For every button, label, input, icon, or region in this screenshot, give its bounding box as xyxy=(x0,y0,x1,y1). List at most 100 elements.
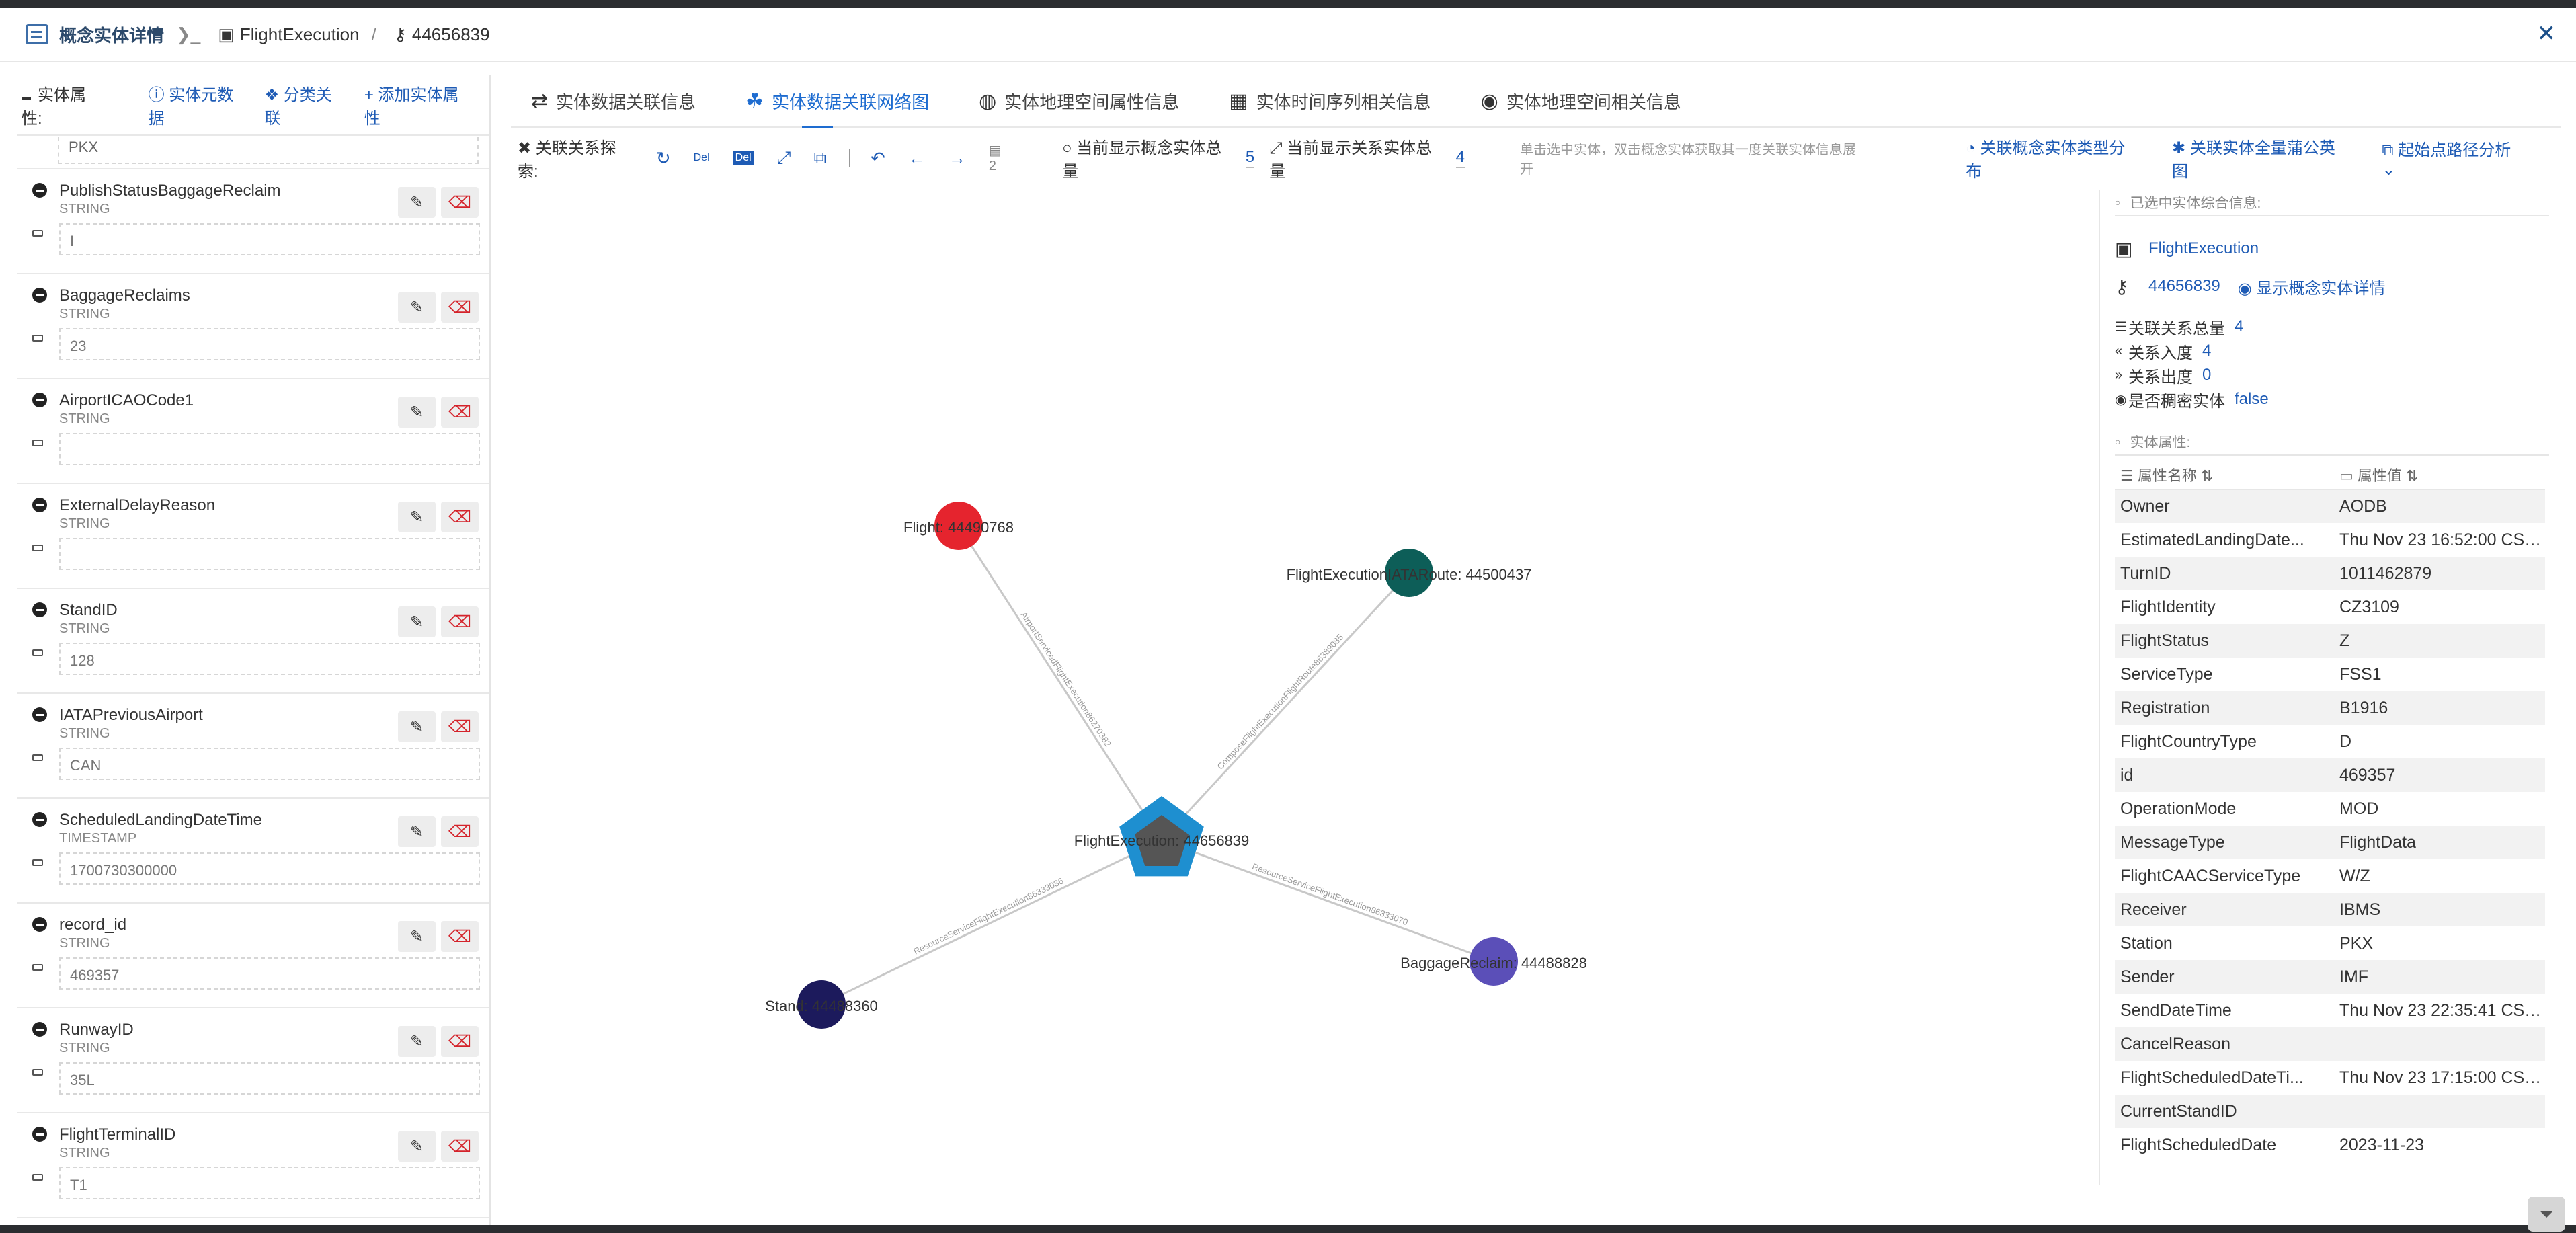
table-row[interactable]: Owner AODB xyxy=(2115,489,2545,523)
edit-attribute-button[interactable]: ✎ xyxy=(398,397,436,428)
remove-attribute-icon[interactable] xyxy=(32,1127,47,1142)
show-entity-detail-link[interactable]: ◉ 显示概念实体详情 xyxy=(2238,275,2386,299)
table-row[interactable]: FlightIdentity CZ3109 xyxy=(2115,590,2545,624)
erase-attribute-button[interactable]: ⌫ xyxy=(441,397,479,428)
tab-4[interactable]: ◉ 实体地理空间相关信息 xyxy=(1461,75,1681,127)
erase-attribute-button[interactable]: ⌫ xyxy=(441,1131,479,1162)
table-row[interactable]: SendDateTime Thu Nov 23 22:35:41 CST... xyxy=(2115,994,2545,1027)
table-row[interactable]: EstimatedLandingDate... Thu Nov 23 16:52:… xyxy=(2115,523,2545,557)
remove-attribute-icon[interactable] xyxy=(32,393,47,407)
table-row[interactable]: Station PKX xyxy=(2115,926,2545,960)
property-name: CurrentStandID xyxy=(2115,1095,2334,1128)
remove-attribute-icon[interactable] xyxy=(32,288,47,303)
attribute-value-field[interactable]: 128 xyxy=(59,643,480,675)
tab-0[interactable]: ⇄ 实体数据关联信息 xyxy=(511,75,696,127)
erase-attribute-button[interactable]: ⌫ xyxy=(441,606,479,637)
relation-edge[interactable] xyxy=(1160,571,1410,842)
table-row[interactable]: FlightScheduledDateTi... Thu Nov 23 17:15… xyxy=(2115,1061,2545,1095)
attribute-row: IATAPreviousAirport STRING CAN ✎ ⌫ xyxy=(17,694,489,799)
table-row[interactable]: FlightCountryType D xyxy=(2115,725,2545,758)
erase-attribute-button[interactable]: ⌫ xyxy=(441,816,479,847)
attribute-value-field[interactable]: 23 xyxy=(59,328,480,360)
attribute-value-field[interactable]: 1700730300000 xyxy=(59,852,480,885)
edit-attribute-button[interactable]: ✎ xyxy=(398,921,436,952)
table-row[interactable]: Registration B1916 xyxy=(2115,691,2545,725)
table-row[interactable]: CurrentStandID xyxy=(2115,1095,2545,1128)
filter-icon[interactable]: ⏷ xyxy=(2528,1197,2565,1232)
input-icon xyxy=(32,335,43,342)
edit-attribute-button[interactable]: ✎ xyxy=(398,502,436,532)
remove-attribute-icon[interactable] xyxy=(32,917,47,932)
table-row[interactable]: id 469357 xyxy=(2115,758,2545,792)
toolbar-divider xyxy=(849,149,851,167)
erase-attribute-button[interactable]: ⌫ xyxy=(441,187,479,218)
input-icon xyxy=(32,649,43,656)
attribute-value-field[interactable] xyxy=(59,433,480,465)
table-row[interactable]: Receiver IBMS xyxy=(2115,893,2545,926)
delete-node-button[interactable]: Del xyxy=(694,152,710,164)
attribute-row: FlightTerminalID STRING T1 ✎ ⌫ xyxy=(17,1113,489,1218)
attribute-value-field[interactable]: 35L xyxy=(59,1062,480,1095)
attribute-value-field[interactable]: I xyxy=(59,223,480,255)
remove-attribute-icon[interactable] xyxy=(32,1022,47,1037)
path-analysis-dropdown[interactable]: ⧉ 起始点路径分析 ⌄ xyxy=(2382,136,2528,180)
relation-edge[interactable] xyxy=(1161,839,1494,963)
edit-attribute-button[interactable]: ✎ xyxy=(398,606,436,637)
edit-attribute-button[interactable]: ✎ xyxy=(398,1131,436,1162)
attribute-value-field[interactable]: 469357 xyxy=(59,957,480,990)
network-graph[interactable]: AirportServicedFlightExecution86270382 Co… xyxy=(518,190,2097,1211)
erase-attribute-button[interactable]: ⌫ xyxy=(441,1026,479,1057)
type-distribution-label: 关联概念实体类型分布 xyxy=(1966,139,2126,181)
erase-attribute-button[interactable]: ⌫ xyxy=(441,921,479,952)
relation-edge[interactable] xyxy=(957,525,1163,841)
entity-metadata-link[interactable]: ⓘ 实体元数据 xyxy=(149,81,243,128)
remove-attribute-icon[interactable] xyxy=(32,602,47,617)
refresh-icon[interactable]: ↻ xyxy=(656,148,671,169)
relation-edge-label: ResourceServiceFlightExecution86333070 xyxy=(1251,861,1410,927)
network-graph-canvas[interactable]: AirportServicedFlightExecution86270382 Co… xyxy=(518,190,2097,1211)
table-row[interactable]: FlightStatus Z xyxy=(2115,624,2545,658)
close-icon[interactable]: ✕ xyxy=(2537,20,2557,47)
fit-view-icon[interactable]: ⧉ xyxy=(813,147,826,169)
classification-link[interactable]: ❖ 分类关联 xyxy=(265,81,343,128)
table-row[interactable]: TurnID 1011462879 xyxy=(2115,557,2545,590)
col-header-name[interactable]: ☰ 属性名称 ⇅ xyxy=(2115,460,2334,490)
edit-attribute-button[interactable]: ✎ xyxy=(398,1026,436,1057)
erase-attribute-button[interactable]: ⌫ xyxy=(441,502,479,532)
edit-attribute-button[interactable]: ✎ xyxy=(398,292,436,323)
col-header-value[interactable]: ▭ 属性值 ⇅ xyxy=(2334,460,2545,490)
remove-attribute-icon[interactable] xyxy=(32,707,47,722)
edit-attribute-button[interactable]: ✎ xyxy=(398,711,436,742)
table-row[interactable]: MessageType FlightData xyxy=(2115,826,2545,859)
property-name: EstimatedLandingDate... xyxy=(2120,530,2304,549)
table-row[interactable]: ServiceType FSS1 xyxy=(2115,658,2545,691)
undo-icon[interactable]: ↶ xyxy=(871,148,885,169)
tab-1[interactable]: ☘ 实体数据关联网络图 xyxy=(725,75,929,128)
add-attribute-link[interactable]: + 添加实体属性 xyxy=(364,81,468,128)
type-distribution-link[interactable]: ◔ 关联概念实体类型分布 xyxy=(1966,134,2140,182)
attribute-value-field[interactable]: T1 xyxy=(59,1167,480,1199)
erase-attribute-button[interactable]: ⌫ xyxy=(441,292,479,323)
expand-icon[interactable]: ⤢ xyxy=(777,147,791,169)
attribute-list[interactable]: PKX PublishStatusBaggageReclaim STRING I… xyxy=(17,137,489,1225)
erase-attribute-button[interactable]: ⌫ xyxy=(441,711,479,742)
relation-edge[interactable] xyxy=(821,839,1162,1006)
table-row[interactable]: Sender IMF xyxy=(2115,960,2545,994)
full-dandelion-graph-link[interactable]: ✱ 关联实体全量蒲公英图 xyxy=(2172,134,2349,182)
attribute-value-field[interactable] xyxy=(59,538,480,570)
edit-attribute-button[interactable]: ✎ xyxy=(398,187,436,218)
remove-attribute-icon[interactable] xyxy=(32,498,47,512)
remove-attribute-icon[interactable] xyxy=(32,183,47,198)
table-row[interactable]: FlightScheduledDate 2023-11-23 xyxy=(2115,1128,2545,1162)
edit-attribute-button[interactable]: ✎ xyxy=(398,816,436,847)
table-row[interactable]: FlightCAACServiceType W/Z xyxy=(2115,859,2545,893)
tab-3[interactable]: ▦ 实体时间序列相关信息 xyxy=(1209,75,1431,127)
back-icon[interactable]: ← xyxy=(908,148,926,169)
remove-attribute-icon[interactable] xyxy=(32,812,47,827)
table-row[interactable]: CancelReason xyxy=(2115,1027,2545,1061)
tab-2[interactable]: ◍ 实体地理空间属性信息 xyxy=(959,75,1179,127)
attribute-value-field[interactable]: CAN xyxy=(59,748,480,780)
delete-all-button[interactable]: Del xyxy=(732,151,754,165)
forward-icon[interactable]: → xyxy=(949,148,966,169)
table-row[interactable]: OperationMode MOD xyxy=(2115,792,2545,826)
